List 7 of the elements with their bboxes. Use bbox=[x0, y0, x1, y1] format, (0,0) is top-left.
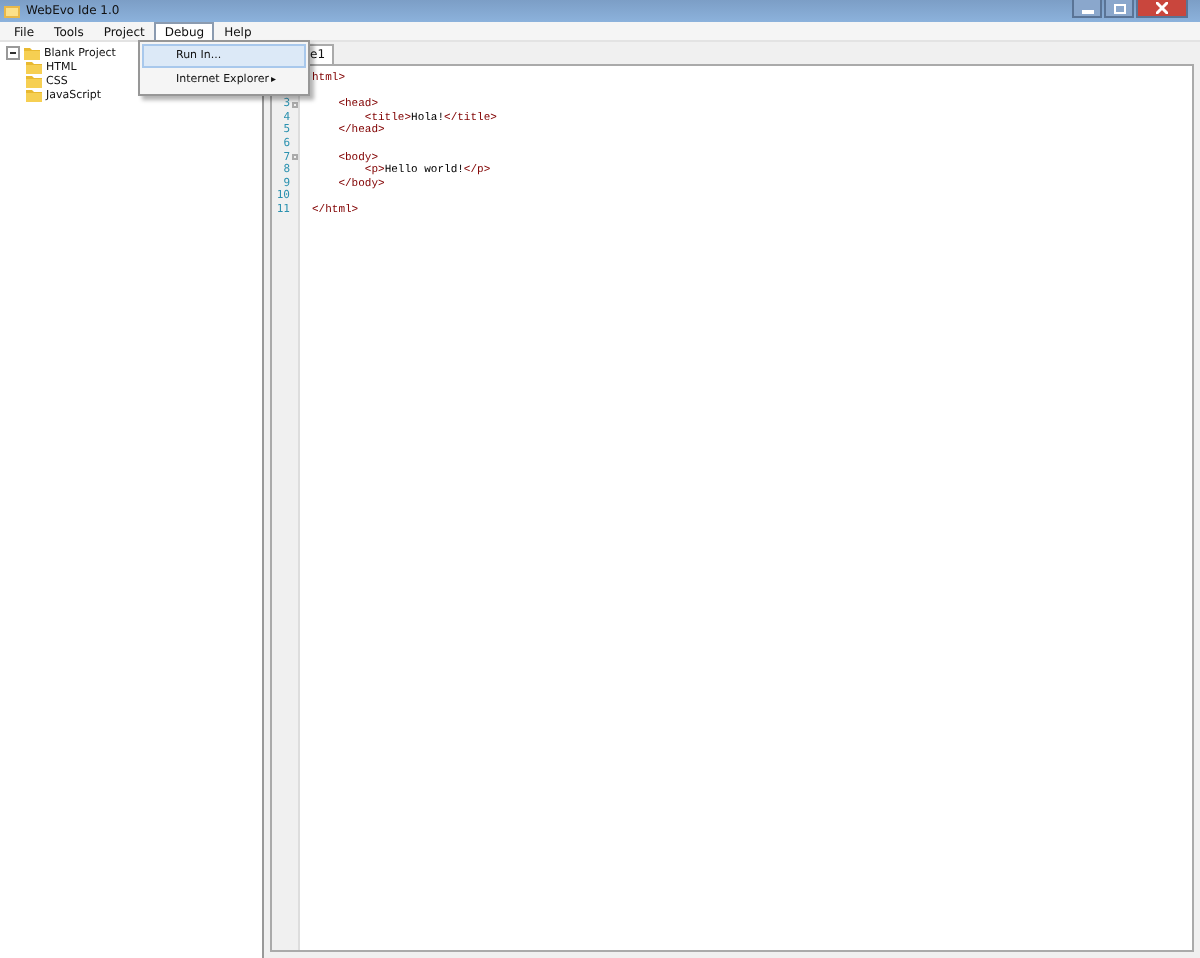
restore-icon bbox=[1113, 3, 1125, 13]
collapse-icon[interactable] bbox=[6, 46, 20, 60]
close-icon bbox=[1156, 2, 1168, 14]
minimize-button[interactable] bbox=[1072, 0, 1102, 18]
maximize-button[interactable] bbox=[1104, 0, 1134, 18]
close-button[interactable] bbox=[1136, 0, 1188, 18]
app-icon bbox=[4, 3, 20, 19]
